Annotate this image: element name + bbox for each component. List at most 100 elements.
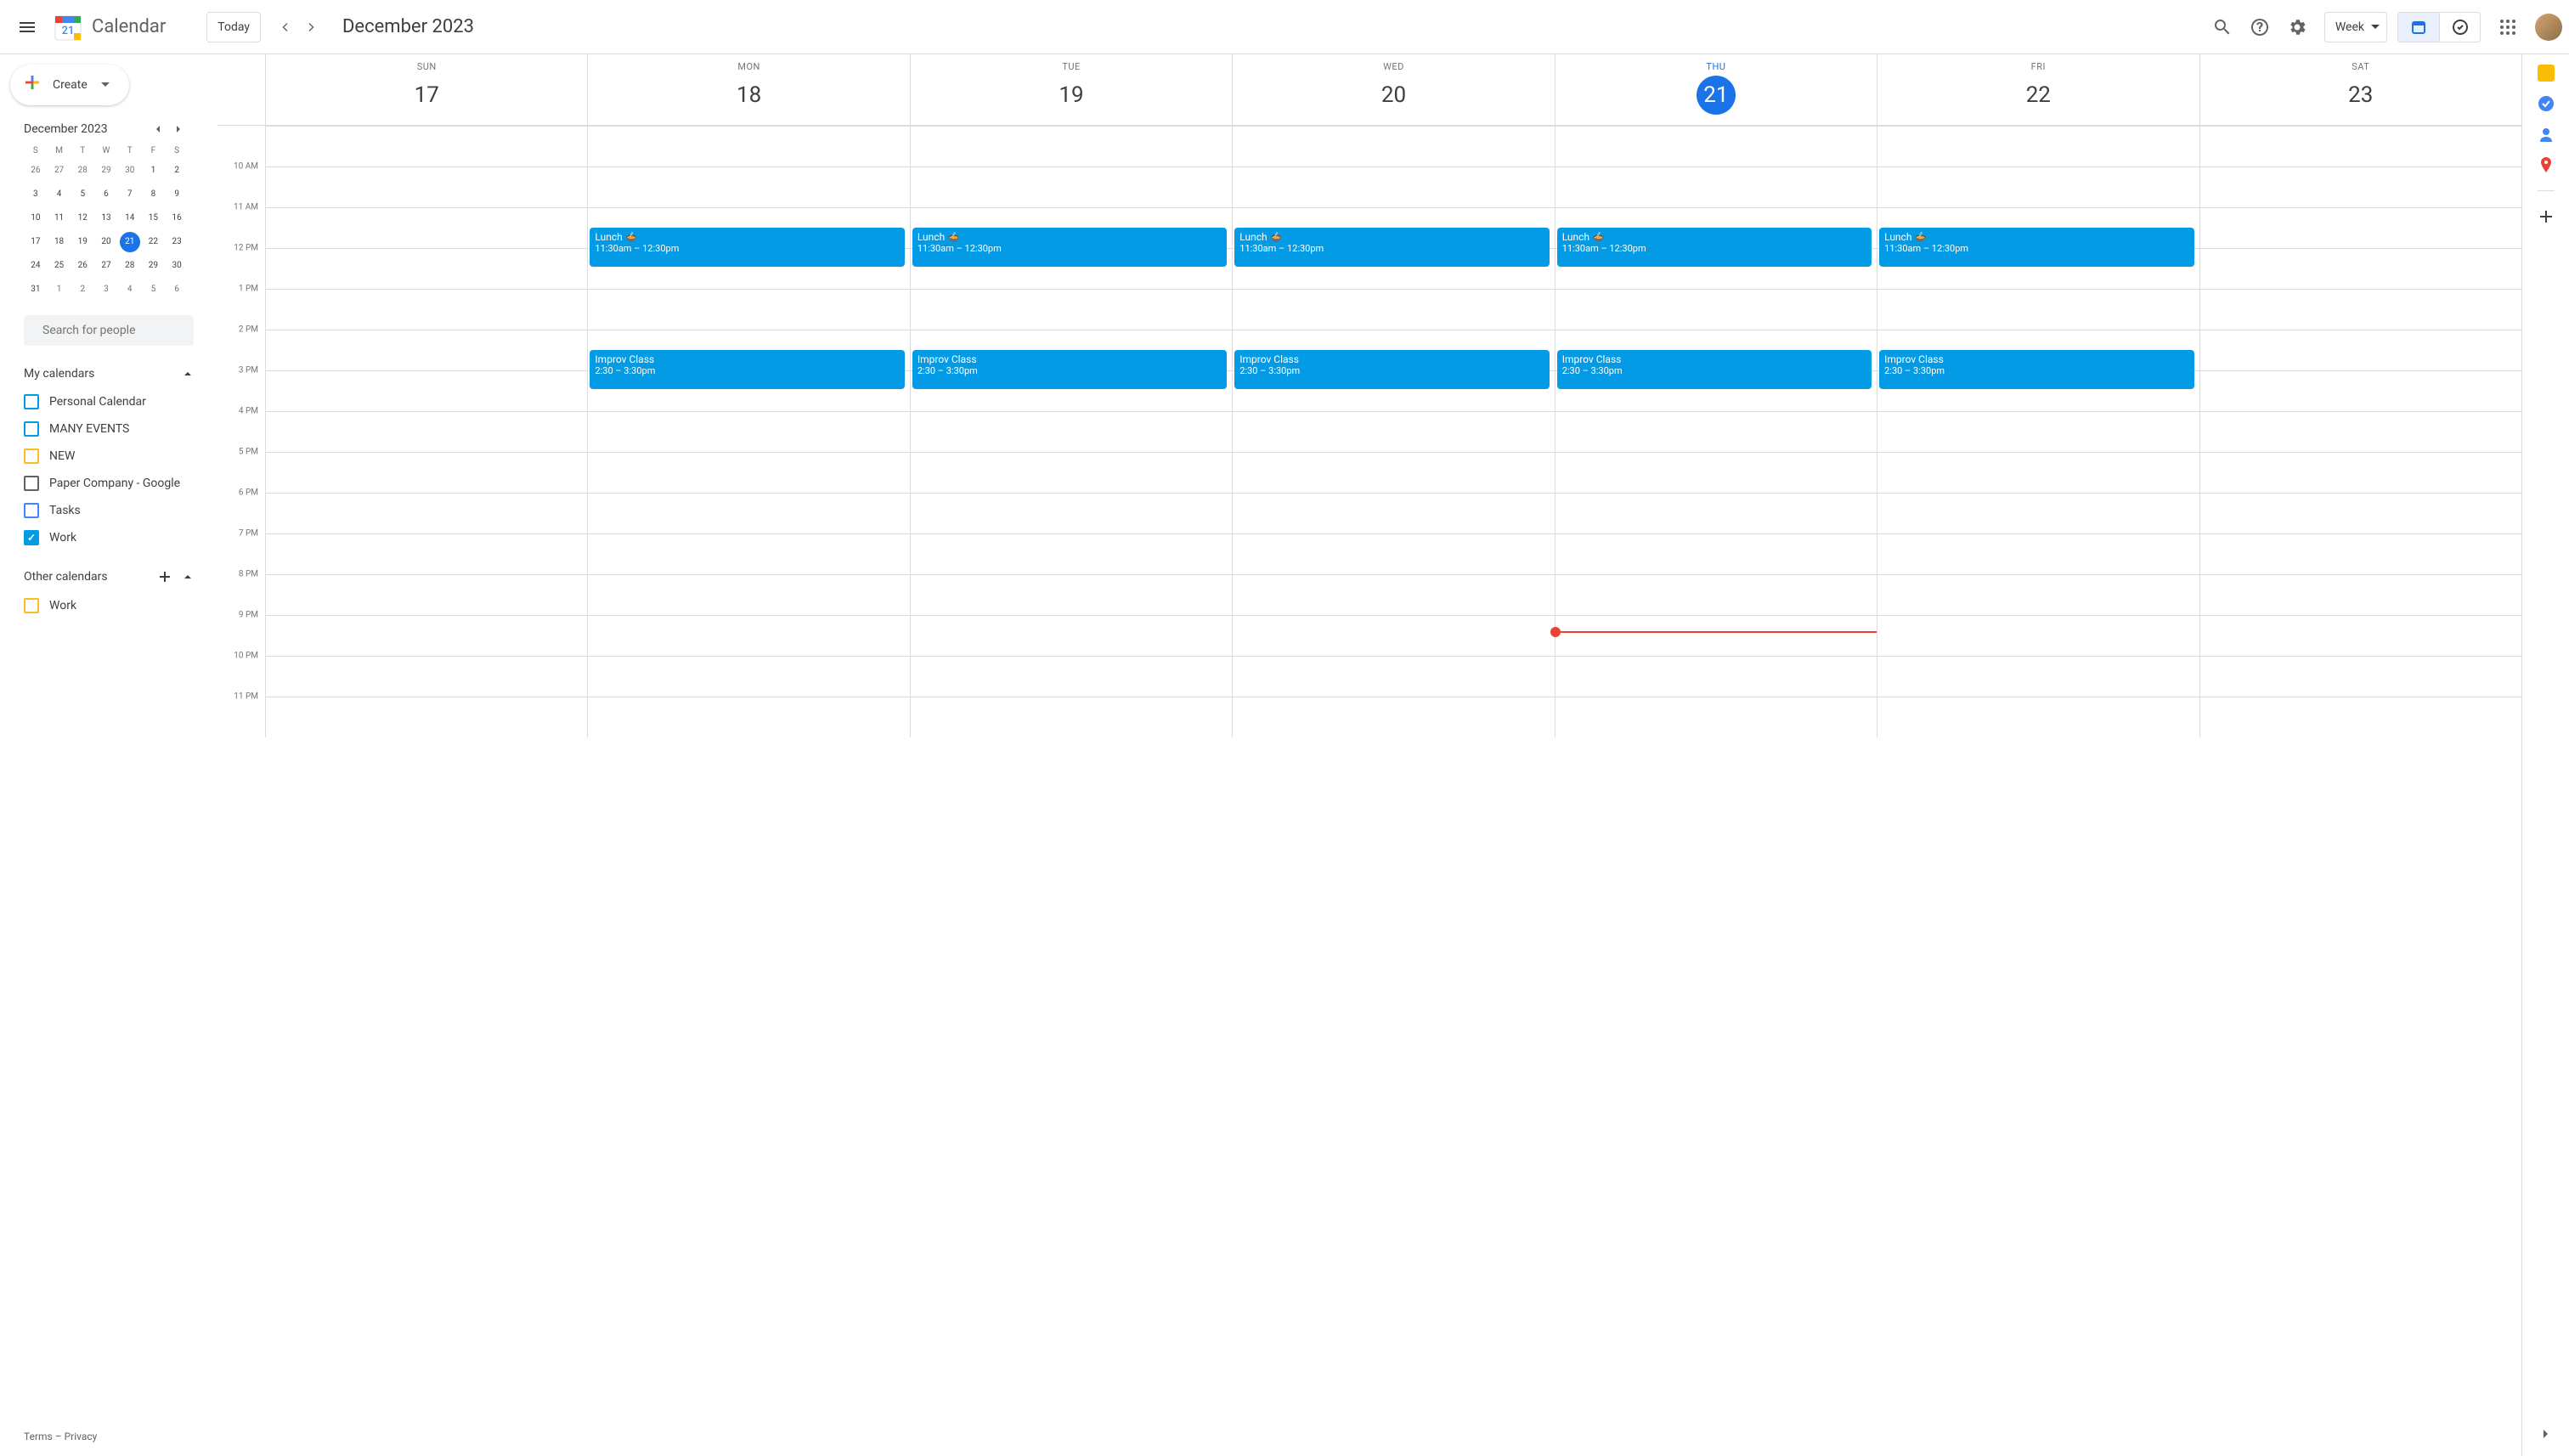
calendar-checkbox[interactable] [24, 476, 39, 491]
calendar-label: MANY EVENTS [49, 422, 129, 436]
account-avatar[interactable] [2535, 14, 2562, 41]
calendar-event[interactable]: Lunch 🍲11:30am – 12:30pm [590, 228, 904, 267]
calendar-checkbox[interactable] [24, 421, 39, 437]
mini-day[interactable]: 1 [143, 161, 163, 181]
sidebar: Create December 2023 SMTWTFS262728293012… [0, 54, 217, 1456]
keep-app-icon[interactable] [2538, 65, 2555, 82]
calendar-event[interactable]: Lunch 🍲11:30am – 12:30pm [912, 228, 1227, 267]
tasks-app-icon[interactable] [2538, 95, 2555, 112]
day-column[interactable]: Lunch 🍲11:30am – 12:30pm Improv Class2:30… [1877, 126, 2199, 737]
mini-day[interactable]: 26 [25, 161, 46, 181]
week-grid: GMT+01 SUN17MON18TUE19WED20THU21FRI22SAT… [217, 54, 2521, 1456]
create-button[interactable]: Create [10, 65, 129, 105]
mini-cal-next[interactable] [168, 119, 189, 139]
mini-day[interactable]: 18 [49, 232, 70, 252]
day-column[interactable] [265, 126, 587, 737]
mini-day[interactable]: 3 [96, 279, 116, 300]
calendar-event[interactable]: Lunch 🍲11:30am – 12:30pm [1234, 228, 1549, 267]
calendar-item[interactable]: Work [7, 524, 200, 551]
calendar-item[interactable]: MANY EVENTS [7, 415, 200, 443]
mini-day[interactable]: 11 [49, 208, 70, 229]
mini-day[interactable]: 10 [25, 208, 46, 229]
mini-day[interactable]: 30 [167, 256, 187, 276]
calendar-checkbox[interactable] [24, 503, 39, 518]
mini-day[interactable]: 4 [120, 279, 140, 300]
collapse-panel-button[interactable] [2538, 1425, 2555, 1446]
other-calendars-toggle[interactable]: Other calendars [7, 562, 200, 592]
event-time: 2:30 – 3:30pm [1562, 365, 1866, 376]
mini-cal-prev[interactable] [148, 119, 168, 139]
calendar-item[interactable]: Personal Calendar [7, 388, 200, 415]
search-people[interactable] [24, 315, 194, 346]
privacy-link[interactable]: Privacy [65, 1431, 98, 1442]
mini-day[interactable]: 2 [72, 279, 93, 300]
mini-day[interactable]: 29 [143, 256, 163, 276]
day-column[interactable]: Lunch 🍲11:30am – 12:30pm Improv Class2:30… [587, 126, 909, 737]
calendar-event[interactable]: Lunch 🍲11:30am – 12:30pm [1879, 228, 2194, 267]
calendar-item[interactable]: Paper Company - Google [7, 470, 200, 497]
mini-day[interactable]: 24 [25, 256, 46, 276]
time-label: 2 PM [239, 325, 258, 335]
calendar-item[interactable]: Tasks [7, 497, 200, 524]
calendar-event[interactable]: Improv Class2:30 – 3:30pm [912, 350, 1227, 389]
mini-day[interactable]: 27 [49, 161, 70, 181]
calendar-checkbox[interactable] [24, 530, 39, 545]
time-label: 9 PM [239, 611, 258, 620]
calendar-item[interactable]: NEW [7, 443, 200, 470]
mini-day[interactable]: 30 [120, 161, 140, 181]
mini-day[interactable]: 6 [167, 279, 187, 300]
contacts-app-icon[interactable] [2538, 126, 2555, 143]
mini-day[interactable]: 27 [96, 256, 116, 276]
mini-day[interactable]: 9 [167, 184, 187, 205]
calendar-event[interactable]: Improv Class2:30 – 3:30pm [590, 350, 904, 389]
maps-app-icon[interactable] [2538, 156, 2555, 173]
mini-day[interactable]: 31 [25, 279, 46, 300]
calendar-event[interactable]: Improv Class2:30 – 3:30pm [1879, 350, 2194, 389]
mini-day[interactable]: 8 [143, 184, 163, 205]
mini-day[interactable]: 21 [120, 232, 140, 252]
main-menu-button[interactable] [7, 7, 48, 48]
mini-day[interactable]: 6 [96, 184, 116, 205]
add-app-button[interactable] [2538, 208, 2555, 225]
calendar-checkbox[interactable] [24, 598, 39, 613]
mini-day[interactable]: 25 [49, 256, 70, 276]
day-column[interactable]: Lunch 🍲11:30am – 12:30pm Improv Class2:30… [1232, 126, 1554, 737]
calendar-item[interactable]: Work [7, 592, 200, 619]
mini-day[interactable]: 5 [72, 184, 93, 205]
mini-day[interactable]: 1 [49, 279, 70, 300]
mini-day[interactable]: 17 [25, 232, 46, 252]
mini-day[interactable]: 5 [143, 279, 163, 300]
mini-day[interactable]: 12 [72, 208, 93, 229]
mini-day[interactable]: 23 [167, 232, 187, 252]
mini-day[interactable]: 14 [120, 208, 140, 229]
mini-day[interactable]: 2 [167, 161, 187, 181]
calendar-logo-icon: 21 [51, 10, 85, 44]
mini-day[interactable]: 16 [167, 208, 187, 229]
calendar-event[interactable]: Lunch 🍲11:30am – 12:30pm [1557, 228, 1872, 267]
my-calendars-toggle[interactable]: My calendars [7, 359, 200, 388]
mini-day[interactable]: 20 [96, 232, 116, 252]
mini-day[interactable]: 26 [72, 256, 93, 276]
app-logo[interactable]: 21 Calendar [48, 10, 166, 44]
mini-day[interactable]: 29 [96, 161, 116, 181]
mini-day[interactable]: 15 [143, 208, 163, 229]
day-column[interactable] [2199, 126, 2521, 737]
calendar-checkbox[interactable] [24, 449, 39, 464]
mini-day[interactable]: 13 [96, 208, 116, 229]
day-column[interactable]: Lunch 🍲11:30am – 12:30pm Improv Class2:30… [1555, 126, 1877, 737]
calendar-event[interactable]: Improv Class2:30 – 3:30pm [1234, 350, 1549, 389]
calendar-checkbox[interactable] [24, 394, 39, 409]
mini-day[interactable]: 28 [120, 256, 140, 276]
mini-day[interactable]: 22 [143, 232, 163, 252]
terms-link[interactable]: Terms [24, 1431, 53, 1442]
mini-day[interactable]: 19 [72, 232, 93, 252]
calendar-event[interactable]: Improv Class2:30 – 3:30pm [1557, 350, 1872, 389]
day-column[interactable]: Lunch 🍲11:30am – 12:30pm Improv Class2:30… [910, 126, 1232, 737]
mini-day[interactable]: 28 [72, 161, 93, 181]
add-calendar-button[interactable] [156, 568, 173, 585]
mini-day[interactable]: 3 [25, 184, 46, 205]
search-people-input[interactable] [42, 324, 194, 337]
mini-day[interactable]: 4 [49, 184, 70, 205]
mini-day[interactable]: 7 [120, 184, 140, 205]
current-time-indicator [1556, 631, 1877, 633]
